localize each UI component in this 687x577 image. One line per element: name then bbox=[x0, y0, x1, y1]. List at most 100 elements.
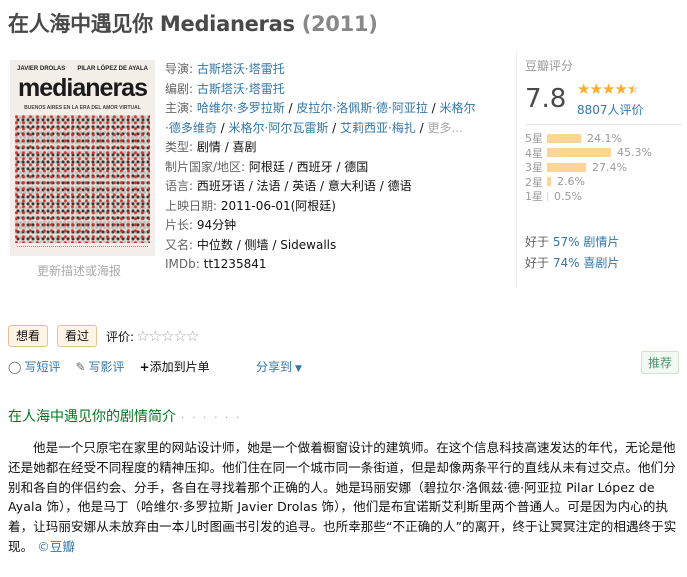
info-aka: 又名: 中位数 / 侧墙 / Sidewalls bbox=[165, 236, 505, 256]
poster-actor-names: JAVIER DROLAS PILAR LÓPEZ DE AYALA bbox=[17, 66, 148, 72]
region-value: 阿根廷 / 西班牙 / 德国 bbox=[248, 159, 369, 174]
write-review-label: 写影评 bbox=[88, 360, 125, 374]
poster-credits bbox=[17, 246, 148, 252]
director-label: 导演: bbox=[165, 62, 194, 76]
writer-link[interactable]: 古斯塔沃·塔雷托 bbox=[197, 82, 285, 96]
rating-bar-row: 1星 0.5% bbox=[525, 189, 652, 204]
info-region: 制片国家/地区: 阿根廷 / 西班牙 / 德国 bbox=[165, 158, 505, 178]
runtime-label: 片长: bbox=[165, 218, 194, 232]
poster-title: medianeras bbox=[18, 74, 148, 102]
info-language: 语言: 西班牙语 / 法语 / 英语 / 意大利语 / 德语 bbox=[165, 177, 505, 197]
language-label: 语言: bbox=[165, 179, 194, 193]
release-value: 2011-06-01(阿根廷) bbox=[220, 198, 336, 213]
write-short-review-label: 写短评 bbox=[24, 360, 61, 374]
empty-star-icon[interactable]: ☆ bbox=[161, 327, 174, 345]
empty-star-icon[interactable]: ☆ bbox=[149, 327, 162, 345]
rating-bar-row: 5星 24.1% bbox=[525, 131, 652, 146]
info-genre: 类型: 剧情 / 喜剧 bbox=[165, 138, 505, 158]
summary-text: 他是一个只原宅在家里的网站设计师，她是一个做着橱窗设计的建筑师。在这个信息科技高… bbox=[8, 438, 682, 557]
rating-divider bbox=[525, 124, 682, 125]
movie-poster[interactable]: JAVIER DROLAS PILAR LÓPEZ DE AYALA media… bbox=[10, 60, 155, 256]
summary-heading: 在人海中遇见你的剧情简介 · · · · · · bbox=[8, 406, 241, 426]
better-than: 好于 57% 剧情片 好于 74% 喜剧片 bbox=[525, 232, 619, 274]
genre-label: 类型: bbox=[165, 140, 194, 154]
rating-bar bbox=[547, 177, 551, 187]
summary-dots: · · · · · · bbox=[181, 411, 242, 424]
empty-star-icon[interactable]: ☆ bbox=[136, 327, 149, 345]
movie-info: 导演: 古斯塔沃·塔雷托 编剧: 古斯塔沃·塔雷托 主演: 哈维尔·多罗拉斯 /… bbox=[165, 60, 505, 275]
rating-bar-percent: 24.1% bbox=[587, 131, 622, 145]
info-imdb: IMDb: tt1235841 bbox=[165, 255, 505, 275]
add-to-list-link[interactable]: +添加到片单 bbox=[140, 358, 210, 375]
director-link[interactable]: 古斯塔沃·塔雷托 bbox=[197, 62, 285, 76]
empty-star-icon[interactable]: ☆ bbox=[173, 327, 186, 345]
better-than-row: 好于 57% 剧情片 bbox=[525, 232, 619, 253]
info-writer: 编剧: 古斯塔沃·塔雷托 bbox=[165, 80, 505, 100]
share-dropdown[interactable]: 分享到 ▼ bbox=[256, 358, 302, 375]
comment-icon: ◯ bbox=[8, 360, 22, 374]
imdb-label: IMDb: bbox=[165, 257, 200, 271]
cast-link[interactable]: 艾莉西亚·梅扎 bbox=[340, 121, 416, 135]
rating-count[interactable]: 8807人评价 bbox=[577, 103, 644, 117]
recommend-button[interactable]: 推荐 bbox=[641, 351, 680, 374]
rating-bar bbox=[547, 133, 581, 143]
summary-title: 在人海中遇见你的剧情简介 bbox=[8, 409, 176, 425]
rating-panel: 豆瓣评分 7.8 ★★★★★ 8807人评价 5星24.1%4星45.3%3星2… bbox=[516, 52, 682, 287]
cast-link[interactable]: 哈维尔·多罗拉斯 bbox=[197, 101, 285, 115]
info-director: 导演: 古斯塔沃·塔雷托 bbox=[165, 60, 505, 80]
rating-stars: ★★★★★ bbox=[577, 80, 640, 98]
aka-label: 又名: bbox=[165, 237, 194, 252]
aka-value: 中位数 / 侧墙 / Sidewalls bbox=[196, 237, 337, 252]
want-to-watch-button[interactable]: 想看 bbox=[8, 325, 49, 347]
writer-label: 编剧: bbox=[165, 81, 194, 96]
better-than-row: 好于 74% 喜剧片 bbox=[525, 253, 619, 274]
summary-body: 他是一个只原宅在家里的网站设计师，她是一个做着橱窗设计的建筑师。在这个信息科技高… bbox=[8, 440, 677, 554]
info-release: 上映日期: 2011-06-01(阿根廷) bbox=[165, 197, 505, 217]
cast-link[interactable]: 米格尔·阿尔瓦雷斯 bbox=[229, 121, 329, 135]
chevron-down-icon: ▼ bbox=[295, 364, 302, 374]
movie-year: (2011) bbox=[301, 12, 378, 36]
rating-bar bbox=[547, 162, 586, 172]
release-label: 上映日期: bbox=[165, 198, 218, 213]
rating-bar-percent: 45.3% bbox=[617, 146, 652, 160]
rating-label: 豆瓣评分 bbox=[525, 59, 574, 73]
better-than-link[interactable]: 57% 剧情片 bbox=[553, 235, 620, 249]
rating-bar bbox=[547, 148, 611, 158]
runtime-value: 94分钟 bbox=[196, 218, 237, 232]
rating-bar-row: 4星 45.3% bbox=[525, 146, 652, 161]
update-poster-link[interactable]: 更新描述或海报 bbox=[37, 262, 121, 279]
half-star-icon: ★ bbox=[627, 80, 640, 98]
interest-actions: 想看 看过 评价: ☆☆☆☆☆ bbox=[8, 325, 199, 347]
region-label: 制片国家/地区: bbox=[165, 159, 246, 174]
rating-bar-label: 1星 bbox=[525, 190, 543, 204]
share-label: 分享到 bbox=[256, 360, 293, 374]
poster-crowd-image bbox=[15, 115, 150, 243]
info-runtime: 片长: 94分钟 bbox=[165, 216, 505, 236]
better-than-link[interactable]: 74% 喜剧片 bbox=[553, 256, 620, 270]
cast-link[interactable]: 米格尔 bbox=[440, 101, 476, 115]
write-short-review-link[interactable]: ◯ 写短评 bbox=[8, 358, 60, 375]
watched-button[interactable]: 看过 bbox=[57, 325, 98, 347]
rating-bar-percent: 2.6% bbox=[557, 175, 585, 189]
cast-link[interactable]: ·德多维奇 bbox=[165, 121, 217, 135]
rate-stars[interactable]: ☆☆☆☆☆ bbox=[136, 327, 199, 345]
rating-bar-percent: 27.4% bbox=[592, 160, 627, 174]
star-icon: ★ bbox=[601, 80, 615, 98]
star-icon: ★ bbox=[577, 80, 590, 98]
star-icon: ★ bbox=[589, 80, 602, 98]
rating-bar-row: 3星 27.4% bbox=[525, 160, 652, 175]
write-review-link[interactable]: ✎ 写影评 bbox=[75, 358, 124, 375]
cast-more-link[interactable]: 更多... bbox=[428, 121, 463, 135]
cast-label: 主演: bbox=[165, 101, 194, 115]
language-value: 西班牙语 / 法语 / 英语 / 意大利语 / 德语 bbox=[196, 179, 412, 193]
star-icon: ★ bbox=[614, 80, 627, 98]
rating-bar bbox=[547, 191, 548, 201]
movie-title: 在人海中遇见你 Medianeras bbox=[8, 12, 295, 36]
empty-star-icon[interactable]: ☆ bbox=[186, 327, 199, 345]
cast-link[interactable]: 皮拉尔·洛佩斯·德·阿亚拉 bbox=[296, 101, 427, 115]
review-tools: ◯ 写短评 ✎ 写影评 +添加到片单 bbox=[8, 358, 225, 375]
pencil-icon: ✎ bbox=[75, 360, 86, 374]
rating-count-link[interactable]: 8807人评价 bbox=[577, 101, 644, 118]
poster-actor-left: JAVIER DROLAS bbox=[17, 66, 66, 72]
better-than-prefix: 好于 bbox=[525, 235, 550, 249]
